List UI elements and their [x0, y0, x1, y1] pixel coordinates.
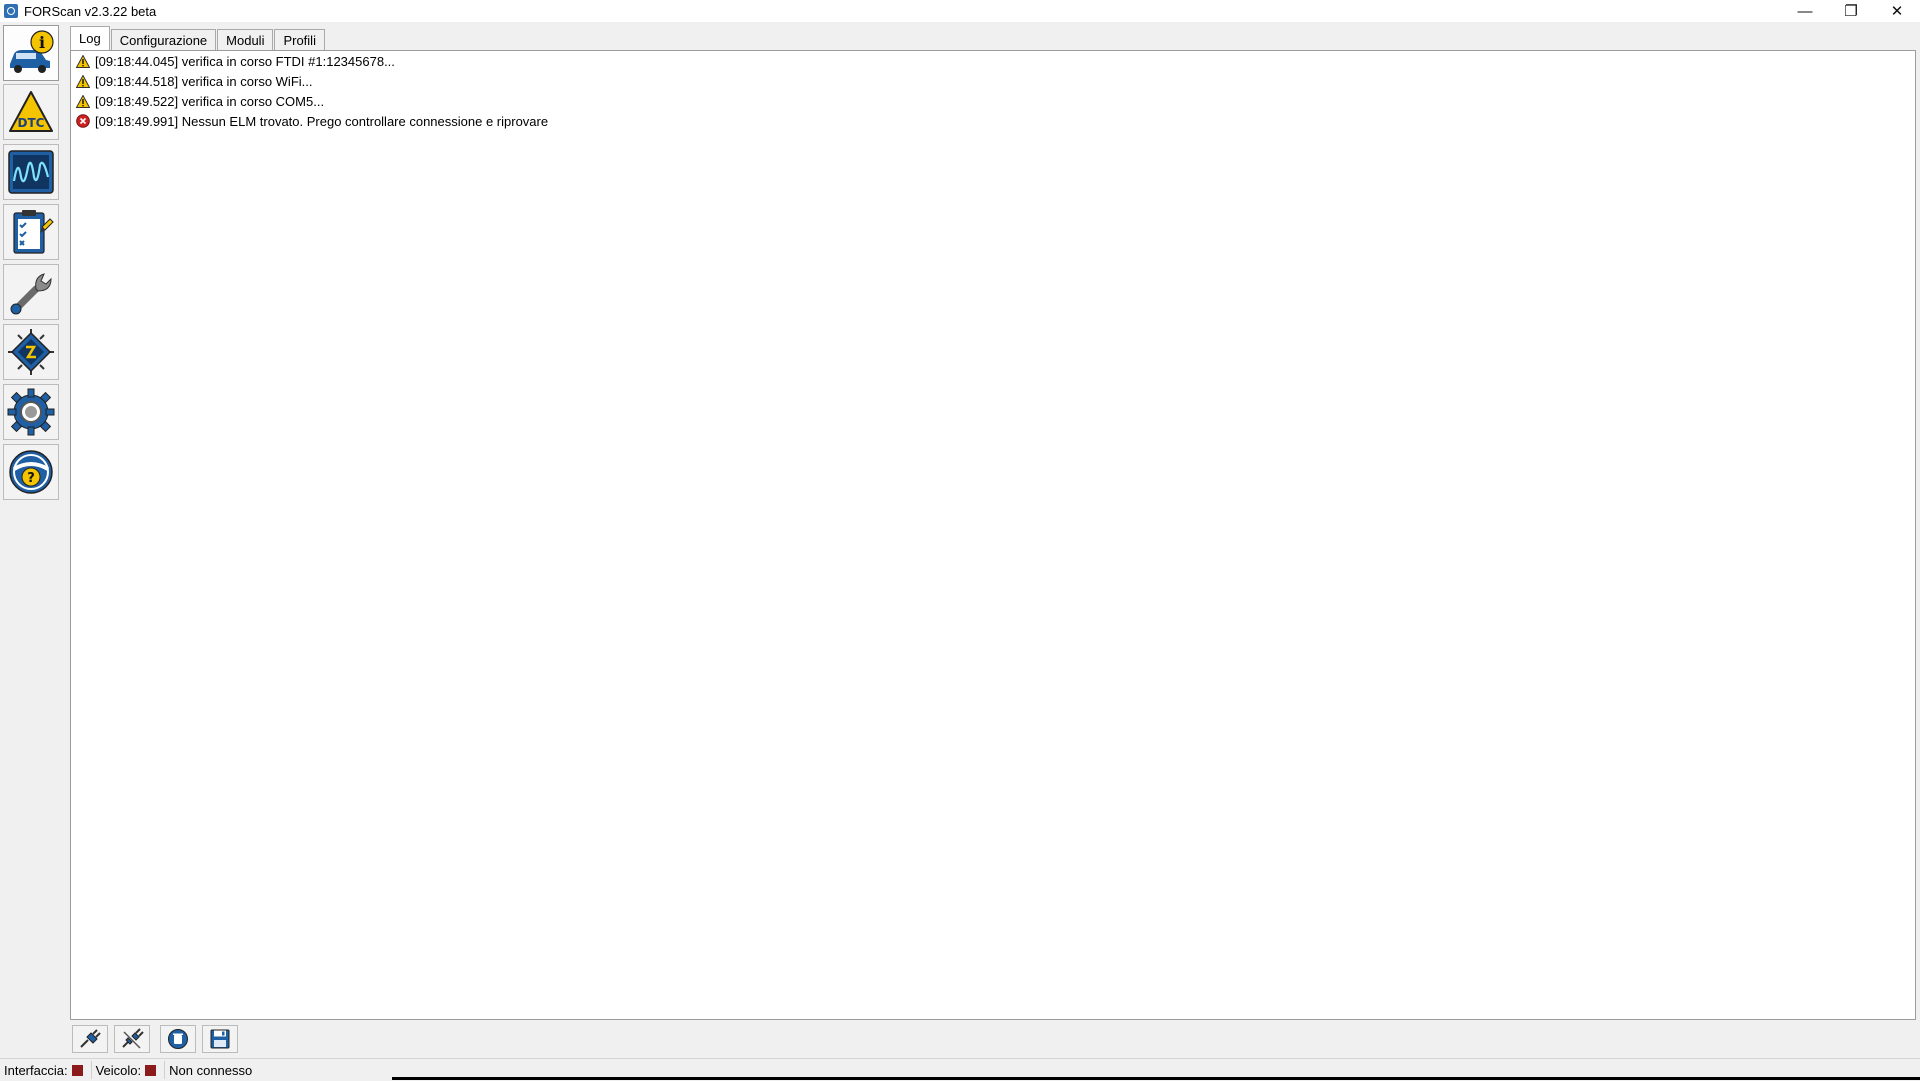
gear-icon	[7, 388, 55, 436]
svg-text:?: ?	[27, 471, 35, 486]
toolbar-service-button[interactable]	[3, 264, 59, 320]
connect-button[interactable]	[72, 1025, 108, 1053]
bottom-toolbar	[72, 1025, 244, 1055]
dtc-icon: DTC	[9, 91, 53, 132]
toolbar-programming-button[interactable]	[3, 324, 59, 380]
svg-text:i: i	[39, 33, 45, 52]
log-text: [09:18:49.991] Nessun ELM trovato. Prego…	[95, 113, 549, 129]
warning-icon	[75, 93, 91, 109]
window-title: FORScan v2.3.22 beta	[24, 3, 157, 19]
clear-icon	[168, 1029, 188, 1049]
save-icon	[210, 1029, 230, 1049]
toolbar-oscilloscope-button[interactable]	[3, 144, 59, 200]
plug-connect-icon	[80, 1029, 101, 1048]
log-text: [09:18:49.522] verifica in corso COM5...	[95, 93, 325, 109]
close-button[interactable]: ✕	[1874, 0, 1920, 22]
help-icon: ?	[9, 450, 53, 494]
warning-icon	[75, 73, 91, 89]
vehicle-status: Veicolo:	[92, 1061, 166, 1079]
log-row: [09:18:44.518] verifica in corso WiFi...	[71, 71, 1915, 91]
error-icon	[75, 113, 91, 129]
checklist-icon	[13, 210, 54, 254]
toolbar-checklist-button[interactable]	[3, 204, 59, 260]
tab-bar: Log Configurazione Moduli Profili	[70, 26, 326, 50]
log-panel[interactable]: [09:18:44.045] verifica in corso FTDI #1…	[70, 50, 1916, 1020]
connection-status: Non connesso	[165, 1061, 256, 1079]
toolbar-settings-button[interactable]	[3, 384, 59, 440]
app-icon	[4, 4, 18, 18]
title-bar: FORScan v2.3.22 beta — ❐ ✕	[0, 0, 1920, 22]
toolbar-help-button[interactable]: ?	[3, 444, 59, 500]
vehicle-label: Veicolo:	[95, 1062, 142, 1078]
toolbar-dtc-button[interactable]: DTC	[3, 84, 59, 140]
toolbar-vehicle-info-button[interactable]: i	[3, 25, 59, 81]
restore-button[interactable]: ❐	[1828, 0, 1874, 22]
tab-moduli[interactable]: Moduli	[217, 29, 274, 50]
warning-icon	[75, 53, 91, 69]
tab-configurazione[interactable]: Configurazione	[110, 29, 217, 50]
wrench-icon	[10, 273, 52, 315]
interface-label: Interfaccia:	[4, 1062, 68, 1078]
tab-profili[interactable]: Profili	[274, 29, 325, 50]
log-text: [09:18:44.518] verifica in corso WiFi...	[95, 73, 313, 89]
disconnect-button[interactable]	[114, 1025, 150, 1053]
left-toolbar: i DTC ?	[0, 22, 62, 1057]
interface-status: Interfaccia:	[0, 1061, 92, 1079]
plug-disconnect-icon	[122, 1028, 144, 1049]
log-text: [09:18:44.045] verifica in corso FTDI #1…	[95, 53, 395, 69]
vehicle-info-icon: i	[10, 30, 54, 73]
chip-icon	[8, 329, 54, 375]
clear-log-button[interactable]	[160, 1025, 196, 1053]
log-row: [09:18:49.991] Nessun ELM trovato. Prego…	[71, 111, 1915, 131]
oscilloscope-icon	[8, 150, 54, 194]
interface-status-led	[71, 1064, 83, 1076]
svg-text:DTC: DTC	[18, 116, 45, 130]
minimize-button[interactable]: —	[1782, 0, 1828, 22]
tab-log[interactable]: Log	[70, 26, 110, 50]
save-log-button[interactable]	[202, 1025, 238, 1053]
vehicle-status-led	[145, 1064, 157, 1076]
connection-status-text: Non connesso	[169, 1062, 253, 1078]
log-row: [09:18:49.522] verifica in corso COM5...	[71, 91, 1915, 111]
window-controls: — ❐ ✕	[1782, 0, 1920, 22]
log-row: [09:18:44.045] verifica in corso FTDI #1…	[71, 51, 1915, 71]
